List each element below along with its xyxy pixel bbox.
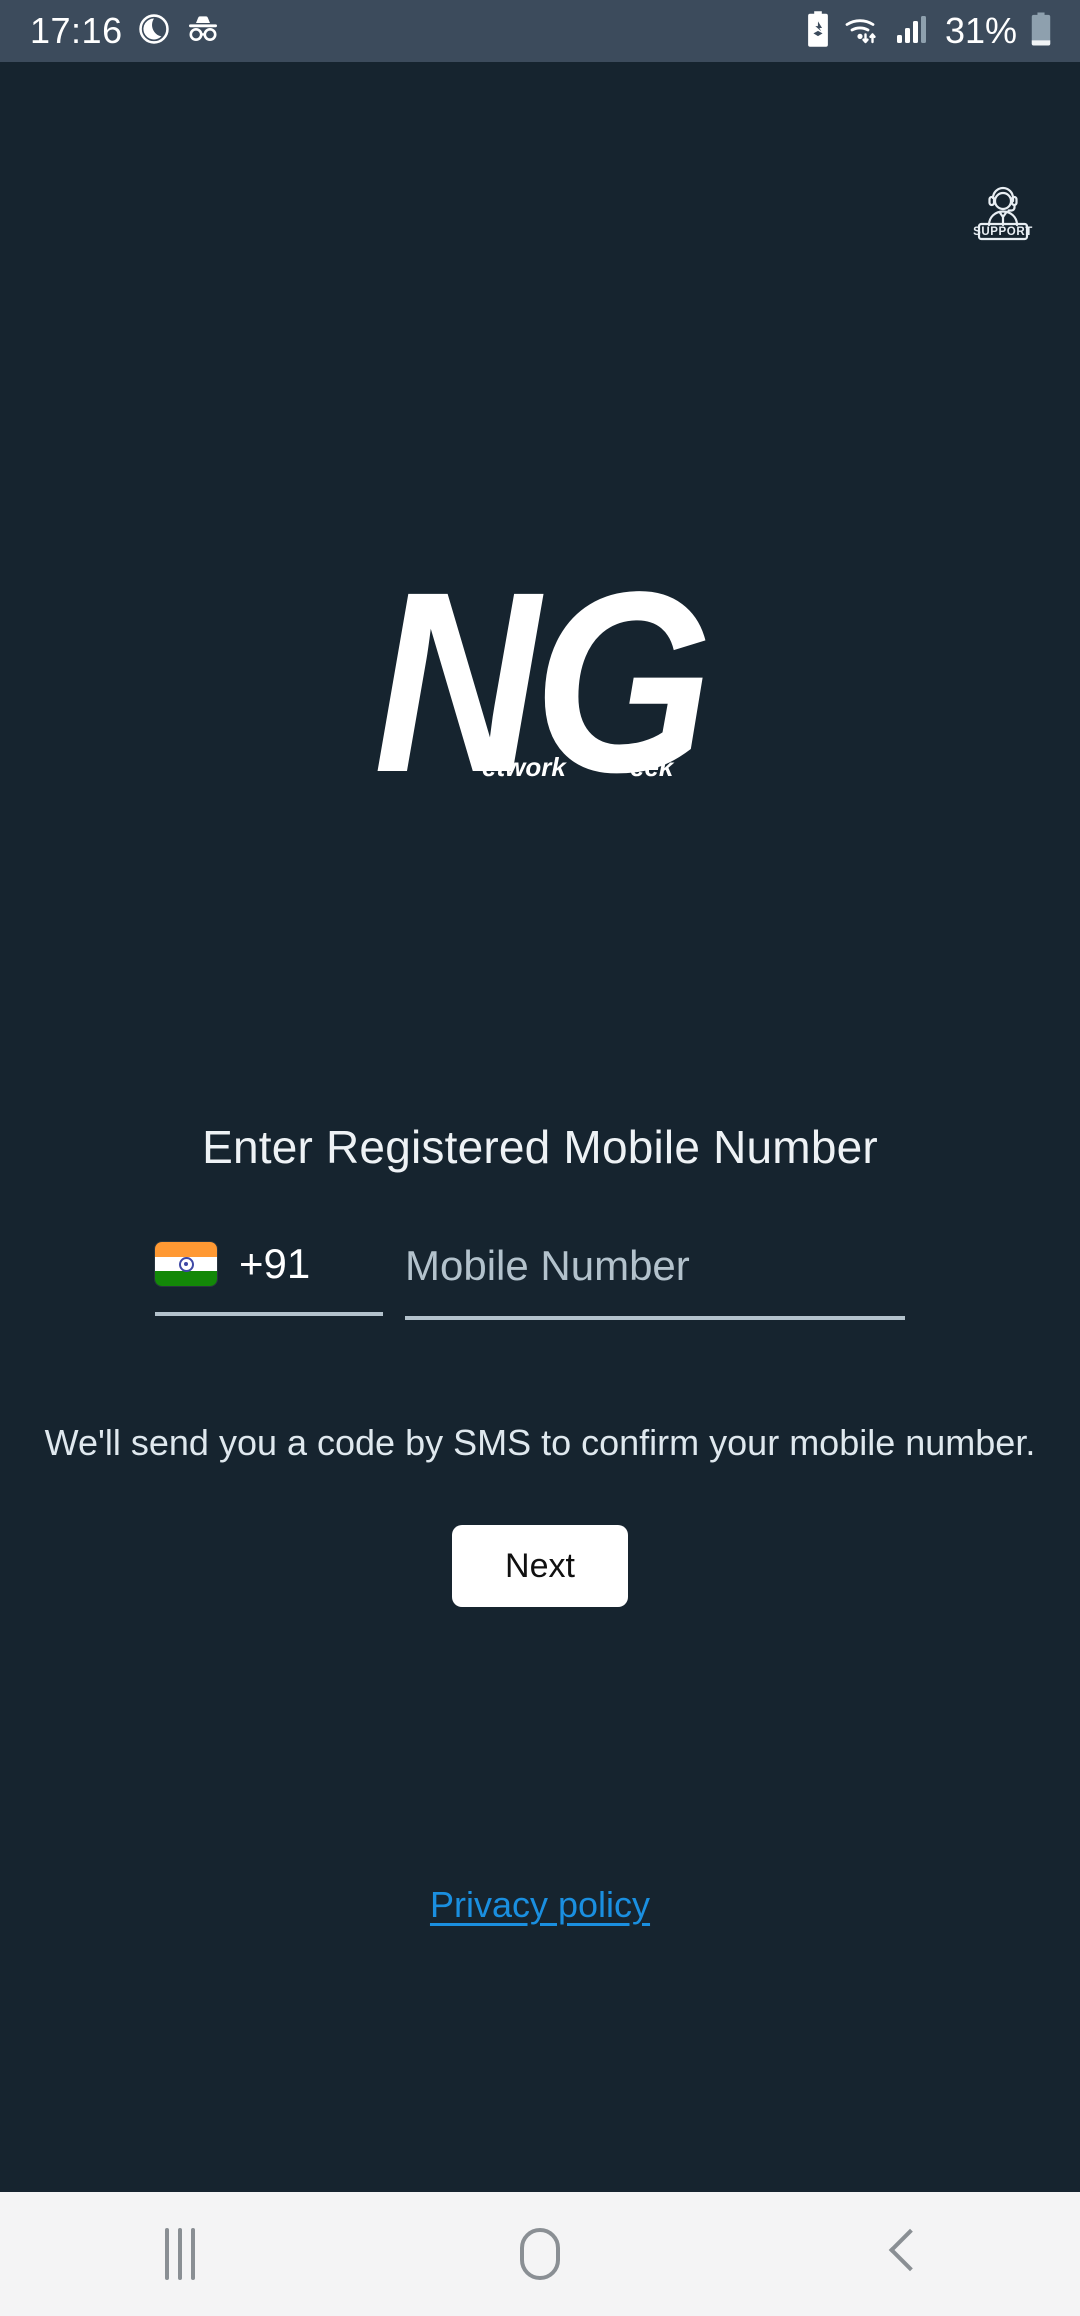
recents-icon [165,2228,195,2280]
back-icon [885,2229,915,2279]
wifi-icon [843,12,885,51]
next-button-row: Next [0,1525,1080,1607]
battery-saver-icon [804,10,832,53]
privacy-policy-link[interactable]: Privacy policy [430,1884,650,1926]
india-flag-icon [155,1242,217,1286]
status-bar: 17:16 31% [0,0,1080,62]
logo-subtext-network: etwork [482,752,566,782]
page-title: Enter Registered Mobile Number [202,1121,878,1173]
cellular-signal-icon [896,12,930,51]
battery-icon [1028,10,1054,53]
privacy-policy-row: Privacy policy [0,1884,1080,1926]
status-bar-right: 31% [804,10,1054,53]
phone-entry-row: +91 [0,1242,1080,1320]
nav-home-button[interactable] [360,2192,720,2316]
battery-percent-label: 31% [944,10,1017,51]
country-code-label: +91 [239,1240,311,1287]
mobile-number-field[interactable] [405,1242,905,1320]
country-code-field[interactable]: +91 [155,1242,383,1316]
home-icon [520,2228,560,2280]
app-logo: NG etwork eek [0,553,1080,811]
logo-wrap: NG etwork eek [330,553,750,811]
logo-subtext-geek: eek [630,752,674,782]
nav-back-button[interactable] [720,2192,1080,2316]
support-button[interactable]: SUPPORT [966,180,1040,242]
do-not-disturb-icon [137,12,171,51]
app-content: SUPPORT NG etwork eek Enter Registered M… [0,62,1080,2192]
mobile-number-input[interactable] [405,1242,905,1290]
support-agent-icon: SUPPORT [973,186,1033,241]
android-navigation-bar [0,2192,1080,2316]
next-button[interactable]: Next [452,1525,628,1607]
nav-recents-button[interactable] [0,2192,360,2316]
status-clock: 17:16 [30,10,123,51]
incognito-icon [185,14,221,49]
status-bar-left: 17:16 [30,12,221,51]
phone-screen: 17:16 31% SUPPORT NG etwork eek Enter Re… [0,0,1080,2316]
support-label: SUPPORT [973,226,1033,238]
sms-helper-text: We'll send you a code by SMS to confirm … [44,1422,1036,1463]
